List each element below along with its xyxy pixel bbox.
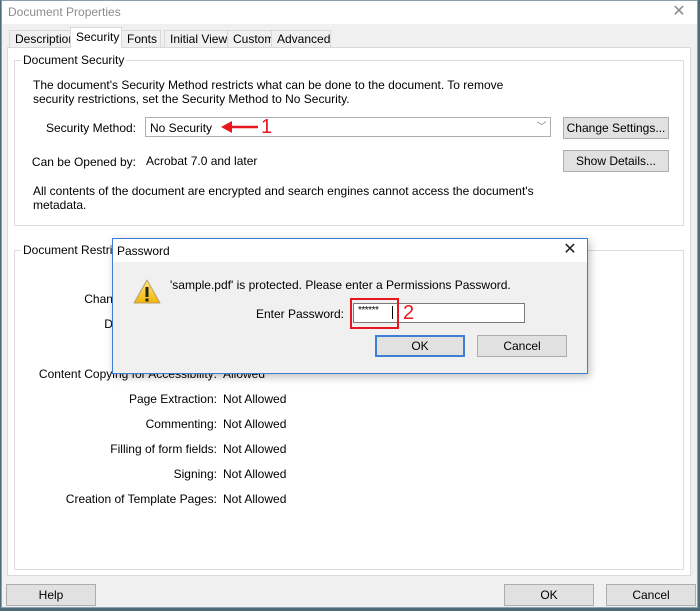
security-method-select[interactable]: No Security ﹀ <box>145 117 551 137</box>
close-icon[interactable]: ✕ <box>561 241 579 259</box>
show-details-button[interactable]: Show Details... <box>563 150 669 172</box>
tab-description[interactable]: Description <box>9 30 75 47</box>
chevron-down-icon[interactable]: ﹀ <box>533 118 550 136</box>
restriction-value: Not Allowed <box>223 492 287 506</box>
annotation-step-1: 1 <box>261 116 273 138</box>
security-description-line1: The document's Security Method restricts… <box>33 78 504 92</box>
restriction-label: Page Extraction: <box>128 392 217 406</box>
encryption-note-line2: metadata. <box>33 198 87 212</box>
annotation-step-2: 2 <box>403 302 415 324</box>
security-description-line2: security restrictions, set the Security … <box>33 92 350 106</box>
enter-password-label: Enter Password: <box>255 307 344 321</box>
encryption-note-line1: All contents of the document are encrypt… <box>33 184 534 198</box>
restriction-label: Filling of form fields: <box>110 442 217 456</box>
annotation-arrow-icon <box>221 121 258 133</box>
help-button[interactable]: Help <box>6 584 96 606</box>
restriction-value: Not Allowed <box>223 467 287 481</box>
warning-icon <box>133 279 161 304</box>
restriction-value: Not Allowed <box>223 442 287 456</box>
tab-advanced[interactable]: Advanced <box>271 30 331 47</box>
tab-fonts[interactable]: Fonts <box>121 30 161 47</box>
tab-initial-view[interactable]: Initial View <box>164 30 228 47</box>
change-settings-button[interactable]: Change Settings... <box>563 117 669 139</box>
document-security-group: Document Security The document's Securit… <box>14 53 684 226</box>
password-dialog: Password ✕ 'sample.pdf' is protected. Pl… <box>112 238 588 374</box>
close-icon[interactable]: ✕ <box>669 2 689 22</box>
restriction-label: Creation of Template Pages: <box>65 492 217 506</box>
window-title: Document Properties <box>8 5 121 19</box>
tab-custom[interactable]: Custom <box>227 30 274 47</box>
tab-security[interactable]: Security <box>70 27 122 48</box>
password-dialog-title-bar: Password ✕ <box>113 239 587 262</box>
restriction-value: Not Allowed <box>223 392 287 406</box>
restriction-value: Not Allowed <box>223 417 287 431</box>
restriction-label: Commenting: <box>145 417 217 431</box>
security-method-label: Security Method: <box>45 121 136 135</box>
can-be-opened-label: Can be Opened by: <box>31 155 136 169</box>
restriction-label: Signing: <box>173 467 217 481</box>
security-method-value: No Security <box>150 121 213 135</box>
can-be-opened-value: Acrobat 7.0 and later <box>146 154 258 168</box>
ok-button[interactable]: OK <box>504 584 594 606</box>
password-dialog-title: Password <box>117 244 170 258</box>
password-ok-button[interactable]: OK <box>375 335 465 357</box>
cancel-button[interactable]: Cancel <box>606 584 696 606</box>
title-bar: Document Properties ✕ <box>2 1 697 24</box>
document-security-label: Document Security <box>21 53 127 67</box>
annotation-highlight-box <box>350 298 399 329</box>
password-dialog-message: 'sample.pdf' is protected. Please enter … <box>170 278 511 292</box>
password-cancel-button[interactable]: Cancel <box>477 335 567 357</box>
